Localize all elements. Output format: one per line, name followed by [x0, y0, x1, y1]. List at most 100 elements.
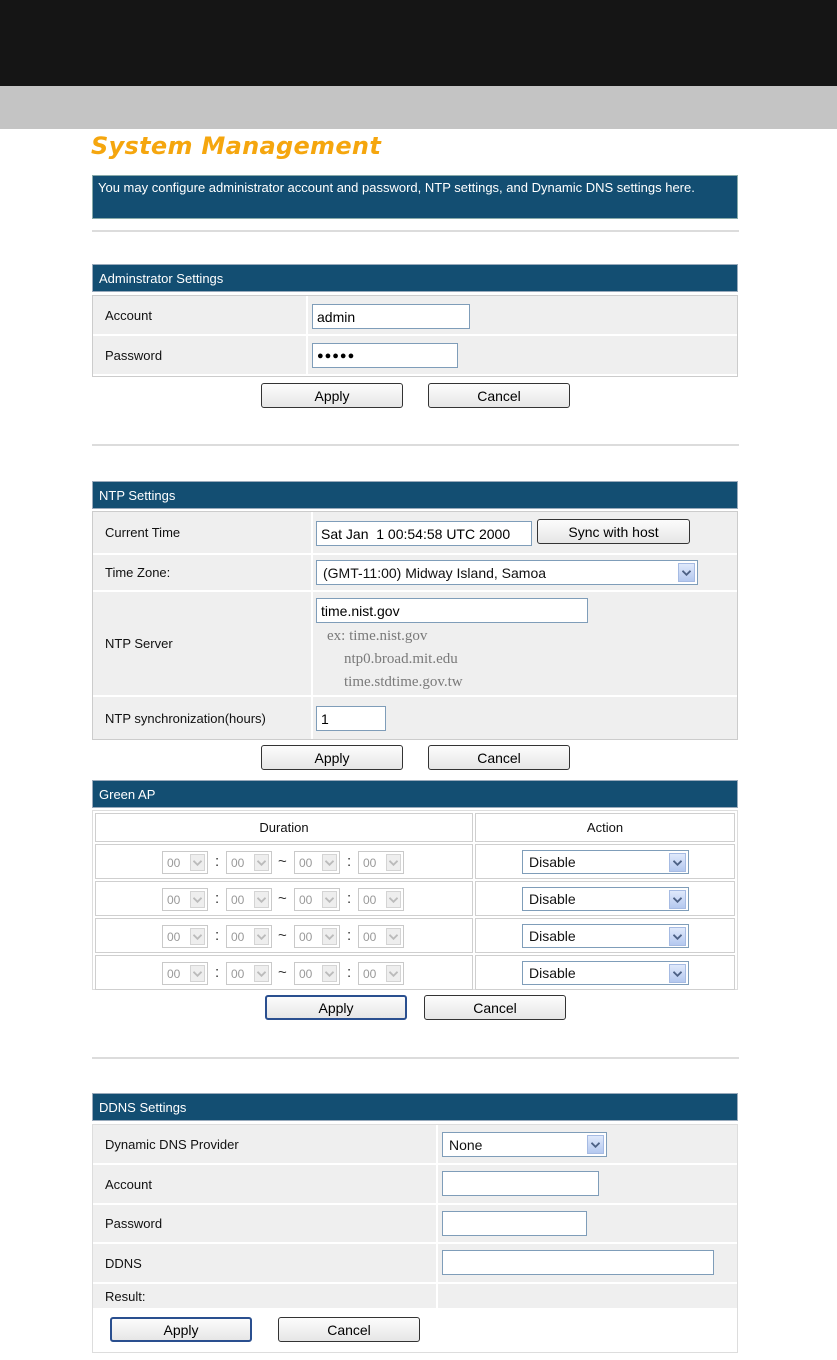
end-hour-select[interactable]: 00 [294, 925, 340, 948]
ntp-settings-table: Current Time Sync with host Time Zone: (… [92, 511, 738, 740]
action-select[interactable]: Disable [522, 887, 689, 911]
chevron-down-icon[interactable] [254, 891, 269, 908]
green-ap-cancel-button[interactable]: Cancel [424, 995, 566, 1020]
end-hour-select[interactable]: 00 [294, 888, 340, 911]
ntp-server-row: NTP Server ex: time.nist.gov ntp0.broad.… [93, 592, 737, 697]
green-ap-apply-button[interactable]: Apply [265, 995, 407, 1020]
sync-hours-input[interactable] [316, 706, 386, 731]
ntp-server-input[interactable] [316, 598, 588, 623]
start-minute-select[interactable]: 00 [226, 925, 272, 948]
ddns-provider-selected-value: None [449, 1136, 483, 1153]
chevron-down-icon[interactable] [190, 891, 205, 908]
time-value: 00 [299, 966, 313, 981]
chevron-down-icon[interactable] [669, 927, 686, 946]
time-value: 00 [299, 855, 313, 870]
start-hour-select[interactable]: 00 [162, 888, 208, 911]
chevron-down-icon[interactable] [587, 1135, 604, 1154]
chevron-down-icon[interactable] [322, 965, 337, 982]
intro-description: You may configure administrator account … [92, 175, 738, 219]
ntp-timezone-row: Time Zone: (GMT-11:00) Midway Island, Sa… [93, 555, 737, 592]
action-cell: Disable [475, 844, 735, 879]
ddns-account-input[interactable] [442, 1171, 599, 1196]
admin-password-input[interactable] [312, 343, 458, 368]
green-ap-table: Duration Action 00 00 00 00: ~: Disable 00 00 00… [92, 810, 738, 990]
end-hour-select[interactable]: 00 [294, 851, 340, 874]
chevron-down-icon[interactable] [254, 928, 269, 945]
start-minute-select[interactable]: 00 [226, 962, 272, 985]
sync-hours-label: NTP synchronization(hours) [93, 697, 313, 739]
chevron-down-icon[interactable] [386, 854, 401, 871]
time-value: 00 [299, 929, 313, 944]
end-minute-select[interactable]: 00 [358, 925, 404, 948]
action-select[interactable]: Disable [522, 850, 689, 874]
ntp-apply-button[interactable]: Apply [261, 745, 403, 770]
ddns-provider-select[interactable]: None [442, 1132, 607, 1157]
chevron-down-icon[interactable] [254, 965, 269, 982]
admin-password-label: Password [93, 336, 308, 374]
action-column-header: Action [475, 813, 735, 842]
ntp-server-hint: time.stdtime.gov.tw [344, 674, 463, 690]
ddns-password-input[interactable] [442, 1211, 587, 1236]
colon-separator: : [347, 853, 352, 870]
ddns-hostname-input[interactable] [442, 1250, 714, 1275]
ddns-apply-button[interactable]: Apply [110, 1317, 252, 1342]
action-select[interactable]: Disable [522, 961, 689, 985]
start-minute-select[interactable]: 00 [226, 851, 272, 874]
chevron-down-icon[interactable] [678, 563, 695, 582]
chevron-down-icon[interactable] [669, 964, 686, 983]
start-minute-select[interactable]: 00 [226, 888, 272, 911]
end-minute-select[interactable]: 00 [358, 962, 404, 985]
time-value: 00 [363, 855, 377, 870]
time-value: 00 [363, 929, 377, 944]
divider [92, 230, 739, 232]
divider [92, 444, 739, 446]
end-minute-select[interactable]: 00 [358, 851, 404, 874]
chevron-down-icon[interactable] [254, 854, 269, 871]
chevron-down-icon[interactable] [386, 928, 401, 945]
chevron-down-icon[interactable] [669, 890, 686, 909]
ntp-cancel-button[interactable]: Cancel [428, 745, 570, 770]
action-selected-value: Disable [529, 891, 576, 907]
duration-cell: 00 00 00 00: ~: [95, 844, 473, 879]
end-minute-select[interactable]: 00 [358, 888, 404, 911]
chevron-down-icon[interactable] [322, 928, 337, 945]
time-value: 00 [363, 966, 377, 981]
chevron-down-icon[interactable] [386, 891, 401, 908]
time-value: 00 [231, 892, 245, 907]
chevron-down-icon[interactable] [190, 928, 205, 945]
action-select[interactable]: Disable [522, 924, 689, 948]
admin-apply-button[interactable]: Apply [261, 383, 403, 408]
chevron-down-icon[interactable] [386, 965, 401, 982]
sync-with-host-button[interactable]: Sync with host [537, 519, 690, 544]
ddns-hostname-row: DDNS [93, 1244, 737, 1284]
timezone-selected-value: (GMT-11:00) Midway Island, Samoa [323, 564, 547, 581]
action-cell: Disable [475, 955, 735, 990]
colon-separator: : [215, 890, 220, 907]
action-selected-value: Disable [529, 928, 576, 944]
action-cell: Disable [475, 881, 735, 916]
start-hour-select[interactable]: 00 [162, 851, 208, 874]
ddns-cancel-button[interactable]: Cancel [278, 1317, 420, 1342]
start-hour-select[interactable]: 00 [162, 925, 208, 948]
tilde-separator: ~ [278, 927, 287, 944]
chevron-down-icon[interactable] [190, 965, 205, 982]
current-time-label: Current Time [93, 512, 313, 553]
chevron-down-icon[interactable] [322, 854, 337, 871]
timezone-select[interactable]: (GMT-11:00) Midway Island, Samoa [316, 560, 698, 585]
ddns-provider-row: Dynamic DNS Provider None [93, 1125, 737, 1165]
action-selected-value: Disable [529, 854, 576, 870]
chevron-down-icon[interactable] [190, 854, 205, 871]
admin-account-row: Account [93, 296, 737, 336]
admin-cancel-button[interactable]: Cancel [428, 383, 570, 408]
chevron-down-icon[interactable] [322, 891, 337, 908]
end-hour-select[interactable]: 00 [294, 962, 340, 985]
action-cell: Disable [475, 918, 735, 953]
admin-account-input[interactable] [312, 304, 470, 329]
time-value: 00 [231, 855, 245, 870]
admin-section-header: Adminstrator Settings [92, 264, 738, 292]
time-value: 00 [363, 892, 377, 907]
admin-account-label: Account [93, 296, 308, 334]
action-selected-value: Disable [529, 965, 576, 981]
start-hour-select[interactable]: 00 [162, 962, 208, 985]
chevron-down-icon[interactable] [669, 853, 686, 872]
